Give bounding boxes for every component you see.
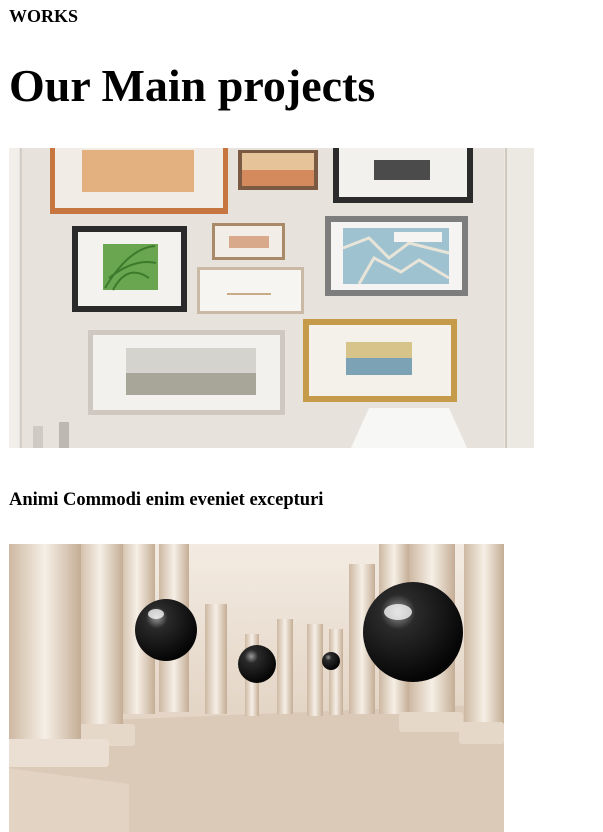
section-eyebrow: WORKS — [9, 6, 79, 26]
section-heading: Our Main projects — [9, 60, 376, 111]
project-image-columns-spheres[interactable] — [9, 544, 504, 832]
project-title: Animi Commodi enim eveniet excepturi — [9, 490, 324, 510]
project-image-gallery-wall[interactable] — [9, 148, 534, 448]
